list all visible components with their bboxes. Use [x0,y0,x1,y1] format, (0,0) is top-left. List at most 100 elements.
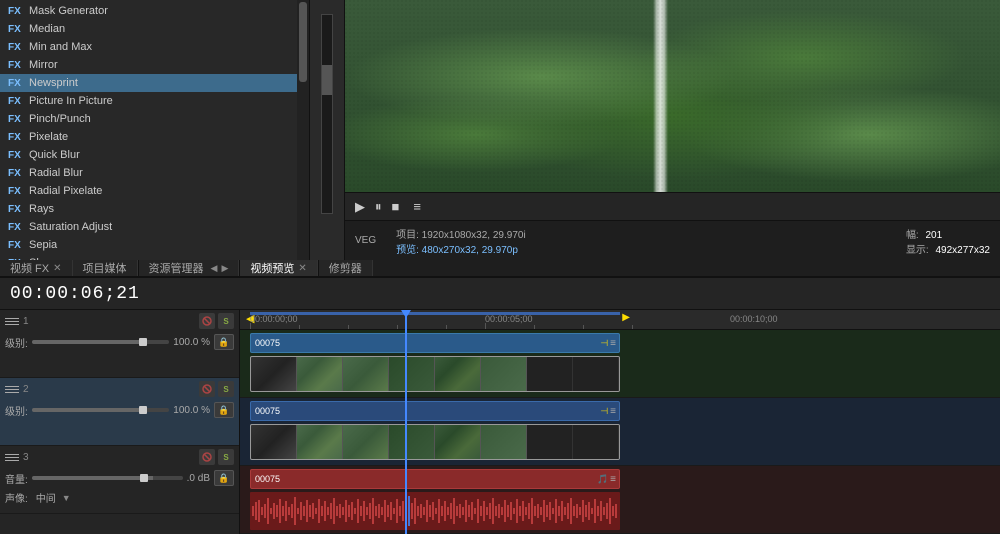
effect-item-min-and-max[interactable]: FXMin and Max [0,38,297,56]
track-row-2: 00075 ⊣ ≡ [240,398,1000,466]
effect-label: Mask Generator [29,5,108,17]
thumb2-1 [251,425,297,459]
effect-item-quick-blur[interactable]: FXQuick Blur [0,146,297,164]
pause-button[interactable]: ⏸ [375,199,382,215]
track-1-level-label: 级别: [5,335,28,350]
track-2-lock[interactable]: 🔒 [214,402,234,418]
track-1-trim-icon: ⊣ [600,338,608,349]
width-label: 幅: [906,230,919,241]
timeline-section: 00:00:06;21 1 [0,278,1000,534]
track-3-mute[interactable] [199,449,215,465]
tab-resource-nav-fwd[interactable]: ▶ [221,263,228,274]
track-3-volume-slider[interactable] [32,476,183,480]
play-button[interactable]: ▶ [355,199,365,215]
track-2-solo[interactable]: S [218,381,234,397]
timeline-body: 1 S 级别: 100.0 % [0,310,1000,534]
tab-video-fx-close[interactable]: ✕ [53,263,61,274]
track-1-lock[interactable]: 🔒 [214,334,234,350]
effect-label: Pixelate [29,131,68,143]
effects-list: FXMask GeneratorFXMedianFXMin and MaxFXM… [0,0,297,260]
preview-info: VEG 项目: 1920x1080x32, 29.970i 预览: 480x27… [345,220,1000,260]
track-2-level-label: 级别: [5,403,28,418]
track-2-clip-label[interactable]: 00075 ⊣ ≡ [250,401,620,421]
effects-scroll-thumb[interactable] [299,2,307,82]
effect-label: Rays [29,203,54,215]
effect-label: Newsprint [29,77,78,89]
effect-item-radial-pixelate[interactable]: FXRadial Pixelate [0,182,297,200]
tab-trimmer[interactable]: 修剪器 [319,260,373,276]
track-2-clip-thumb[interactable] [250,424,620,460]
effect-label: Min and Max [29,41,92,53]
effect-label: Picture In Picture [29,95,113,107]
effect-item-sepia[interactable]: FXSepia [0,236,297,254]
stop-button[interactable]: ■ [392,199,400,214]
effect-item-mirror[interactable]: FXMirror [0,56,297,74]
track-3-lock[interactable]: 🔒 [214,470,234,486]
effect-item-median[interactable]: FXMedian [0,20,297,38]
thumb2-7 [527,425,573,459]
track-1-solo[interactable]: S [218,313,234,329]
waveform-svg [250,492,620,530]
tab-resource-manager-label: 资源管理器 [149,260,204,276]
effects-scrollbar[interactable] [297,0,309,260]
track-3-solo[interactable]: S [218,449,234,465]
thumb-2 [297,357,343,391]
vertical-scrollbar[interactable] [321,14,333,214]
fx-badge: FX [8,132,24,143]
effect-item-newsprint[interactable]: FXNewsprint [0,74,297,92]
preview-controls: ▶ ⏸ ■ ≡ [345,192,1000,220]
track-3-menu-icon[interactable]: ≡ [610,474,616,485]
effect-item-saturation-adjust[interactable]: FXSaturation Adjust [0,218,297,236]
track-2-header: 2 S [5,381,234,397]
track-3-volume-label: 音量: [5,471,28,486]
tab-video-preview-close[interactable]: ✕ [298,263,306,274]
tab-trimmer-label: 修剪器 [329,260,362,276]
middle-panel [310,0,345,260]
ruler-marker-5: 00:00:05;00 [485,314,533,324]
track-3-pan-arrow[interactable]: ▼ [62,493,71,503]
scrollbar-thumb[interactable] [322,65,332,95]
menu-button[interactable]: ≡ [413,199,421,214]
tab-video-preview[interactable]: 视频预览 ✕ [240,260,317,276]
track-1-menu[interactable] [5,314,19,328]
track-1-clip-thumb[interactable] [250,356,620,392]
track-2-menu-icon[interactable]: ≡ [610,406,616,417]
fx-badge: FX [8,258,24,261]
effect-item-rays[interactable]: FXRays [0,200,297,218]
track-3-clip-label[interactable]: 00075 🎵 ≡ [250,469,620,489]
track-2-level-value: 100.0 % [173,405,210,416]
width-value: 201 [926,230,943,241]
track-1-clip-label[interactable]: 00075 ⊣ ≡ [250,333,620,353]
tab-video-preview-label: 视频预览 [250,260,294,276]
track-2-mute[interactable] [199,381,215,397]
thumb2-8 [573,425,619,459]
track-2-menu[interactable] [5,382,19,396]
preview-panel: ▶ ⏸ ■ ≡ VEG 项目: 1920x1080x32, 29.970i 预览… [345,0,1000,260]
fx-badge: FX [8,114,24,125]
track-2-level-slider[interactable] [32,408,170,412]
track-3-menu[interactable] [5,450,19,464]
fx-badge: FX [8,60,24,71]
effect-item-mask-generator[interactable]: FX Mask Generator [0,2,297,20]
effect-item-radial-blur[interactable]: FXRadial Blur [0,164,297,182]
tab-video-fx[interactable]: 视频 FX ✕ [0,260,73,276]
tab-project-media[interactable]: 项目媒体 [73,260,138,276]
fx-badge: FX [8,222,24,233]
playhead-head [401,310,411,318]
thumb-8 [573,357,619,391]
tab-resource-manager[interactable]: 资源管理器 ◀ ▶ [139,260,240,276]
tab-project-media-label: 项目媒体 [83,260,127,276]
fx-badge: FX [8,6,24,17]
effect-item-picture-in-picture[interactable]: FXPicture In Picture [0,92,297,110]
track-1-menu-icon[interactable]: ≡ [610,338,616,349]
track-1-level-slider[interactable] [32,340,170,344]
effect-item-pinch-punch[interactable]: FXPinch/Punch [0,110,297,128]
effect-item-pixelate[interactable]: FX Pixelate [0,128,297,146]
tab-resource-nav-back[interactable]: ◀ [211,263,218,274]
track-3-clip-name: 00075 [251,474,280,484]
playhead[interactable] [405,310,407,534]
track-1-mute[interactable] [199,313,215,329]
fx-badge: FX [8,168,24,179]
effect-item-sharpen[interactable]: FXSharpen [0,254,297,260]
track-1-thumb-strip [251,357,619,391]
